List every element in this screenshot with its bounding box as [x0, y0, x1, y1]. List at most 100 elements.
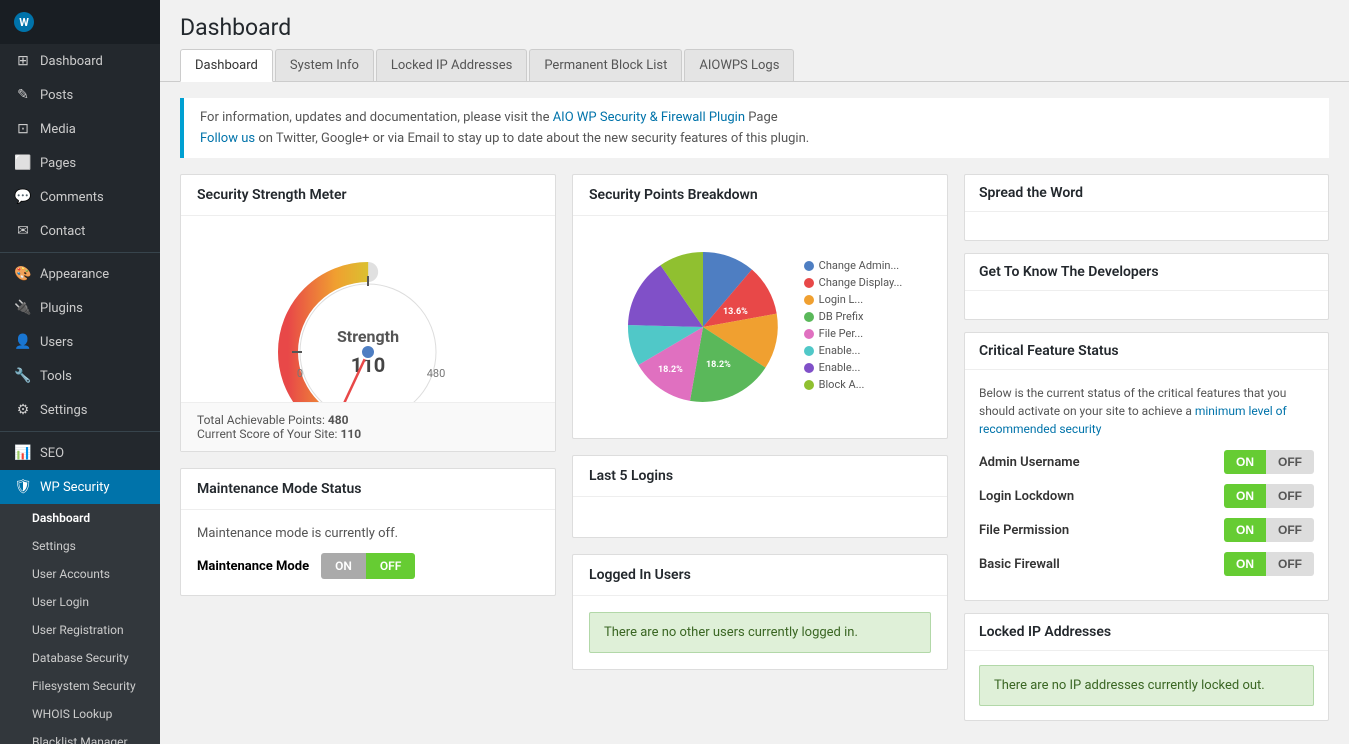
maintenance-mode-body: Maintenance mode is currently off. Maint…: [181, 510, 555, 595]
follow-link[interactable]: Follow us: [200, 131, 255, 146]
toggle-on-btn[interactable]: ON: [321, 553, 366, 579]
sidebar-item-dashboard[interactable]: ⊞ Dashboard: [0, 44, 160, 78]
legend-dot-2: [804, 278, 814, 288]
sidebar-separator: [0, 252, 160, 253]
submenu-item-user-accounts[interactable]: User Accounts: [0, 560, 160, 588]
current-score: Current Score of Your Site: 110: [197, 427, 539, 441]
right-column: Spread the Word Get To Know The Develope…: [964, 174, 1329, 733]
security-strength-card: Security Strength Meter: [180, 174, 556, 452]
gauge-svg: Strength 110 0 480: [258, 242, 478, 402]
sidebar-item-label: Pages: [40, 156, 76, 171]
submenu-item-settings[interactable]: Settings: [0, 532, 160, 560]
login-lockdown-off[interactable]: OFF: [1266, 484, 1314, 508]
legend-dot-5: [804, 329, 814, 339]
logged-in-users-title: Logged In Users: [573, 555, 947, 596]
sidebar-item-contact[interactable]: ✉ Contact: [0, 214, 160, 248]
info-line-1: For information, updates and documentati…: [200, 110, 1313, 125]
admin-username-off[interactable]: OFF: [1266, 450, 1314, 474]
tab-aiowps-logs[interactable]: AIOWPS Logs: [684, 49, 794, 81]
tools-icon: 🔧: [14, 368, 32, 384]
legend-item-2: Change Display...: [804, 276, 903, 289]
svg-text:18.2%: 18.2%: [706, 360, 731, 370]
toggle-off-btn[interactable]: OFF: [366, 553, 415, 579]
sidebar-item-comments[interactable]: 💬 Comments: [0, 180, 160, 214]
sidebar-item-label: Contact: [40, 224, 85, 239]
tab-system-info[interactable]: System Info: [275, 49, 374, 81]
posts-icon: ✎: [14, 87, 32, 103]
sidebar-item-appearance[interactable]: 🎨 Appearance: [0, 257, 160, 291]
tab-permanent-block[interactable]: Permanent Block List: [529, 49, 682, 81]
basic-firewall-off[interactable]: OFF: [1266, 552, 1314, 576]
get-to-know-card: Get To Know The Developers: [964, 253, 1329, 320]
feature-row-login-lockdown: Login Lockdown ON OFF: [979, 484, 1314, 508]
spread-the-word-title: Spread the Word: [965, 175, 1328, 212]
legend-item-1: Change Admin...: [804, 259, 903, 272]
submenu-item-database-security[interactable]: Database Security: [0, 644, 160, 672]
info-box: For information, updates and documentati…: [180, 98, 1329, 158]
sidebar: W ⊞ Dashboard ✎ Posts ⊡ Media ⬜ Pages 💬 …: [0, 0, 160, 744]
admin-username-label: Admin Username: [979, 455, 1080, 470]
plugins-icon: 🔌: [14, 300, 32, 316]
contact-icon: ✉: [14, 223, 32, 239]
submenu-item-blacklist-manager[interactable]: Blacklist Manager: [0, 728, 160, 744]
legend-item-4: DB Prefix: [804, 310, 903, 323]
submenu-item-user-registration[interactable]: User Registration: [0, 616, 160, 644]
left-column: Security Strength Meter: [180, 174, 556, 733]
media-icon: ⊡: [14, 121, 32, 137]
sidebar-item-label: Comments: [40, 190, 104, 205]
login-lockdown-label: Login Lockdown: [979, 489, 1074, 504]
sidebar-item-users[interactable]: 👤 Users: [0, 325, 160, 359]
pages-icon: ⬜: [14, 155, 32, 171]
pie-legend: Change Admin... Change Display... Login …: [804, 259, 903, 395]
svg-text:480: 480: [427, 367, 446, 380]
legend-dot-8: [804, 380, 814, 390]
locked-ip-title: Locked IP Addresses: [965, 614, 1328, 651]
submenu-item-whois-lookup[interactable]: WHOIS Lookup: [0, 700, 160, 728]
svg-text:13.6%: 13.6%: [723, 307, 748, 317]
file-permission-off[interactable]: OFF: [1266, 518, 1314, 542]
middle-column: Security Points Breakdown: [572, 174, 948, 733]
spread-the-word-body: [965, 212, 1328, 240]
login-lockdown-on[interactable]: ON: [1224, 484, 1266, 508]
sidebar-item-media[interactable]: ⊡ Media: [0, 112, 160, 146]
tab-dashboard[interactable]: Dashboard: [180, 49, 273, 82]
spread-the-word-card: Spread the Word: [964, 174, 1329, 241]
security-breakdown-body: 13.6% 18.2% 18.2% Change Admin... C: [573, 216, 947, 438]
submenu-item-filesystem-security[interactable]: Filesystem Security: [0, 672, 160, 700]
file-permission-on[interactable]: ON: [1224, 518, 1266, 542]
admin-username-on[interactable]: ON: [1224, 450, 1266, 474]
dashboard-icon: ⊞: [14, 53, 32, 69]
submenu-item-user-login[interactable]: User Login: [0, 588, 160, 616]
svg-text:0: 0: [297, 367, 303, 380]
tabs-bar: Dashboard System Info Locked IP Addresse…: [160, 49, 1349, 82]
sidebar-item-pages[interactable]: ⬜ Pages: [0, 146, 160, 180]
maintenance-toggle-row: Maintenance Mode ON OFF: [197, 553, 539, 579]
maintenance-status-text: Maintenance mode is currently off.: [197, 526, 539, 541]
sidebar-item-wp-security[interactable]: 🛡 WP Security: [0, 470, 160, 504]
gauge-container: Strength 110 0 480: [197, 232, 539, 402]
admin-username-toggle: ON OFF: [1224, 450, 1314, 474]
basic-firewall-on[interactable]: ON: [1224, 552, 1266, 576]
security-strength-title: Security Strength Meter: [181, 175, 555, 216]
main-content: Dashboard Dashboard System Info Locked I…: [160, 0, 1349, 744]
maintenance-mode-label: Maintenance Mode: [197, 559, 309, 574]
page-title: Dashboard: [160, 0, 1349, 49]
legend-dot-1: [804, 261, 814, 271]
login-lockdown-toggle: ON OFF: [1224, 484, 1314, 508]
get-to-know-body: [965, 291, 1328, 319]
wp-logo-icon: W: [14, 12, 34, 32]
sidebar-item-seo[interactable]: 📊 SEO: [0, 436, 160, 470]
basic-firewall-label: Basic Firewall: [979, 557, 1060, 572]
critical-feature-card: Critical Feature Status Below is the cur…: [964, 332, 1329, 601]
sidebar-item-settings[interactable]: ⚙ Settings: [0, 393, 160, 427]
submenu-item-dashboard[interactable]: Dashboard: [0, 504, 160, 532]
sidebar-item-plugins[interactable]: 🔌 Plugins: [0, 291, 160, 325]
tab-locked-ip[interactable]: Locked IP Addresses: [376, 49, 527, 81]
pie-wrapper: 13.6% 18.2% 18.2% Change Admin... C: [589, 232, 931, 422]
sidebar-item-label: Plugins: [40, 301, 83, 316]
users-icon: 👤: [14, 334, 32, 350]
sidebar-item-posts[interactable]: ✎ Posts: [0, 78, 160, 112]
plugin-link[interactable]: AIO WP Security & Firewall Plugin: [553, 110, 745, 125]
legend-item-6: Enable...: [804, 344, 903, 357]
sidebar-item-tools[interactable]: 🔧 Tools: [0, 359, 160, 393]
